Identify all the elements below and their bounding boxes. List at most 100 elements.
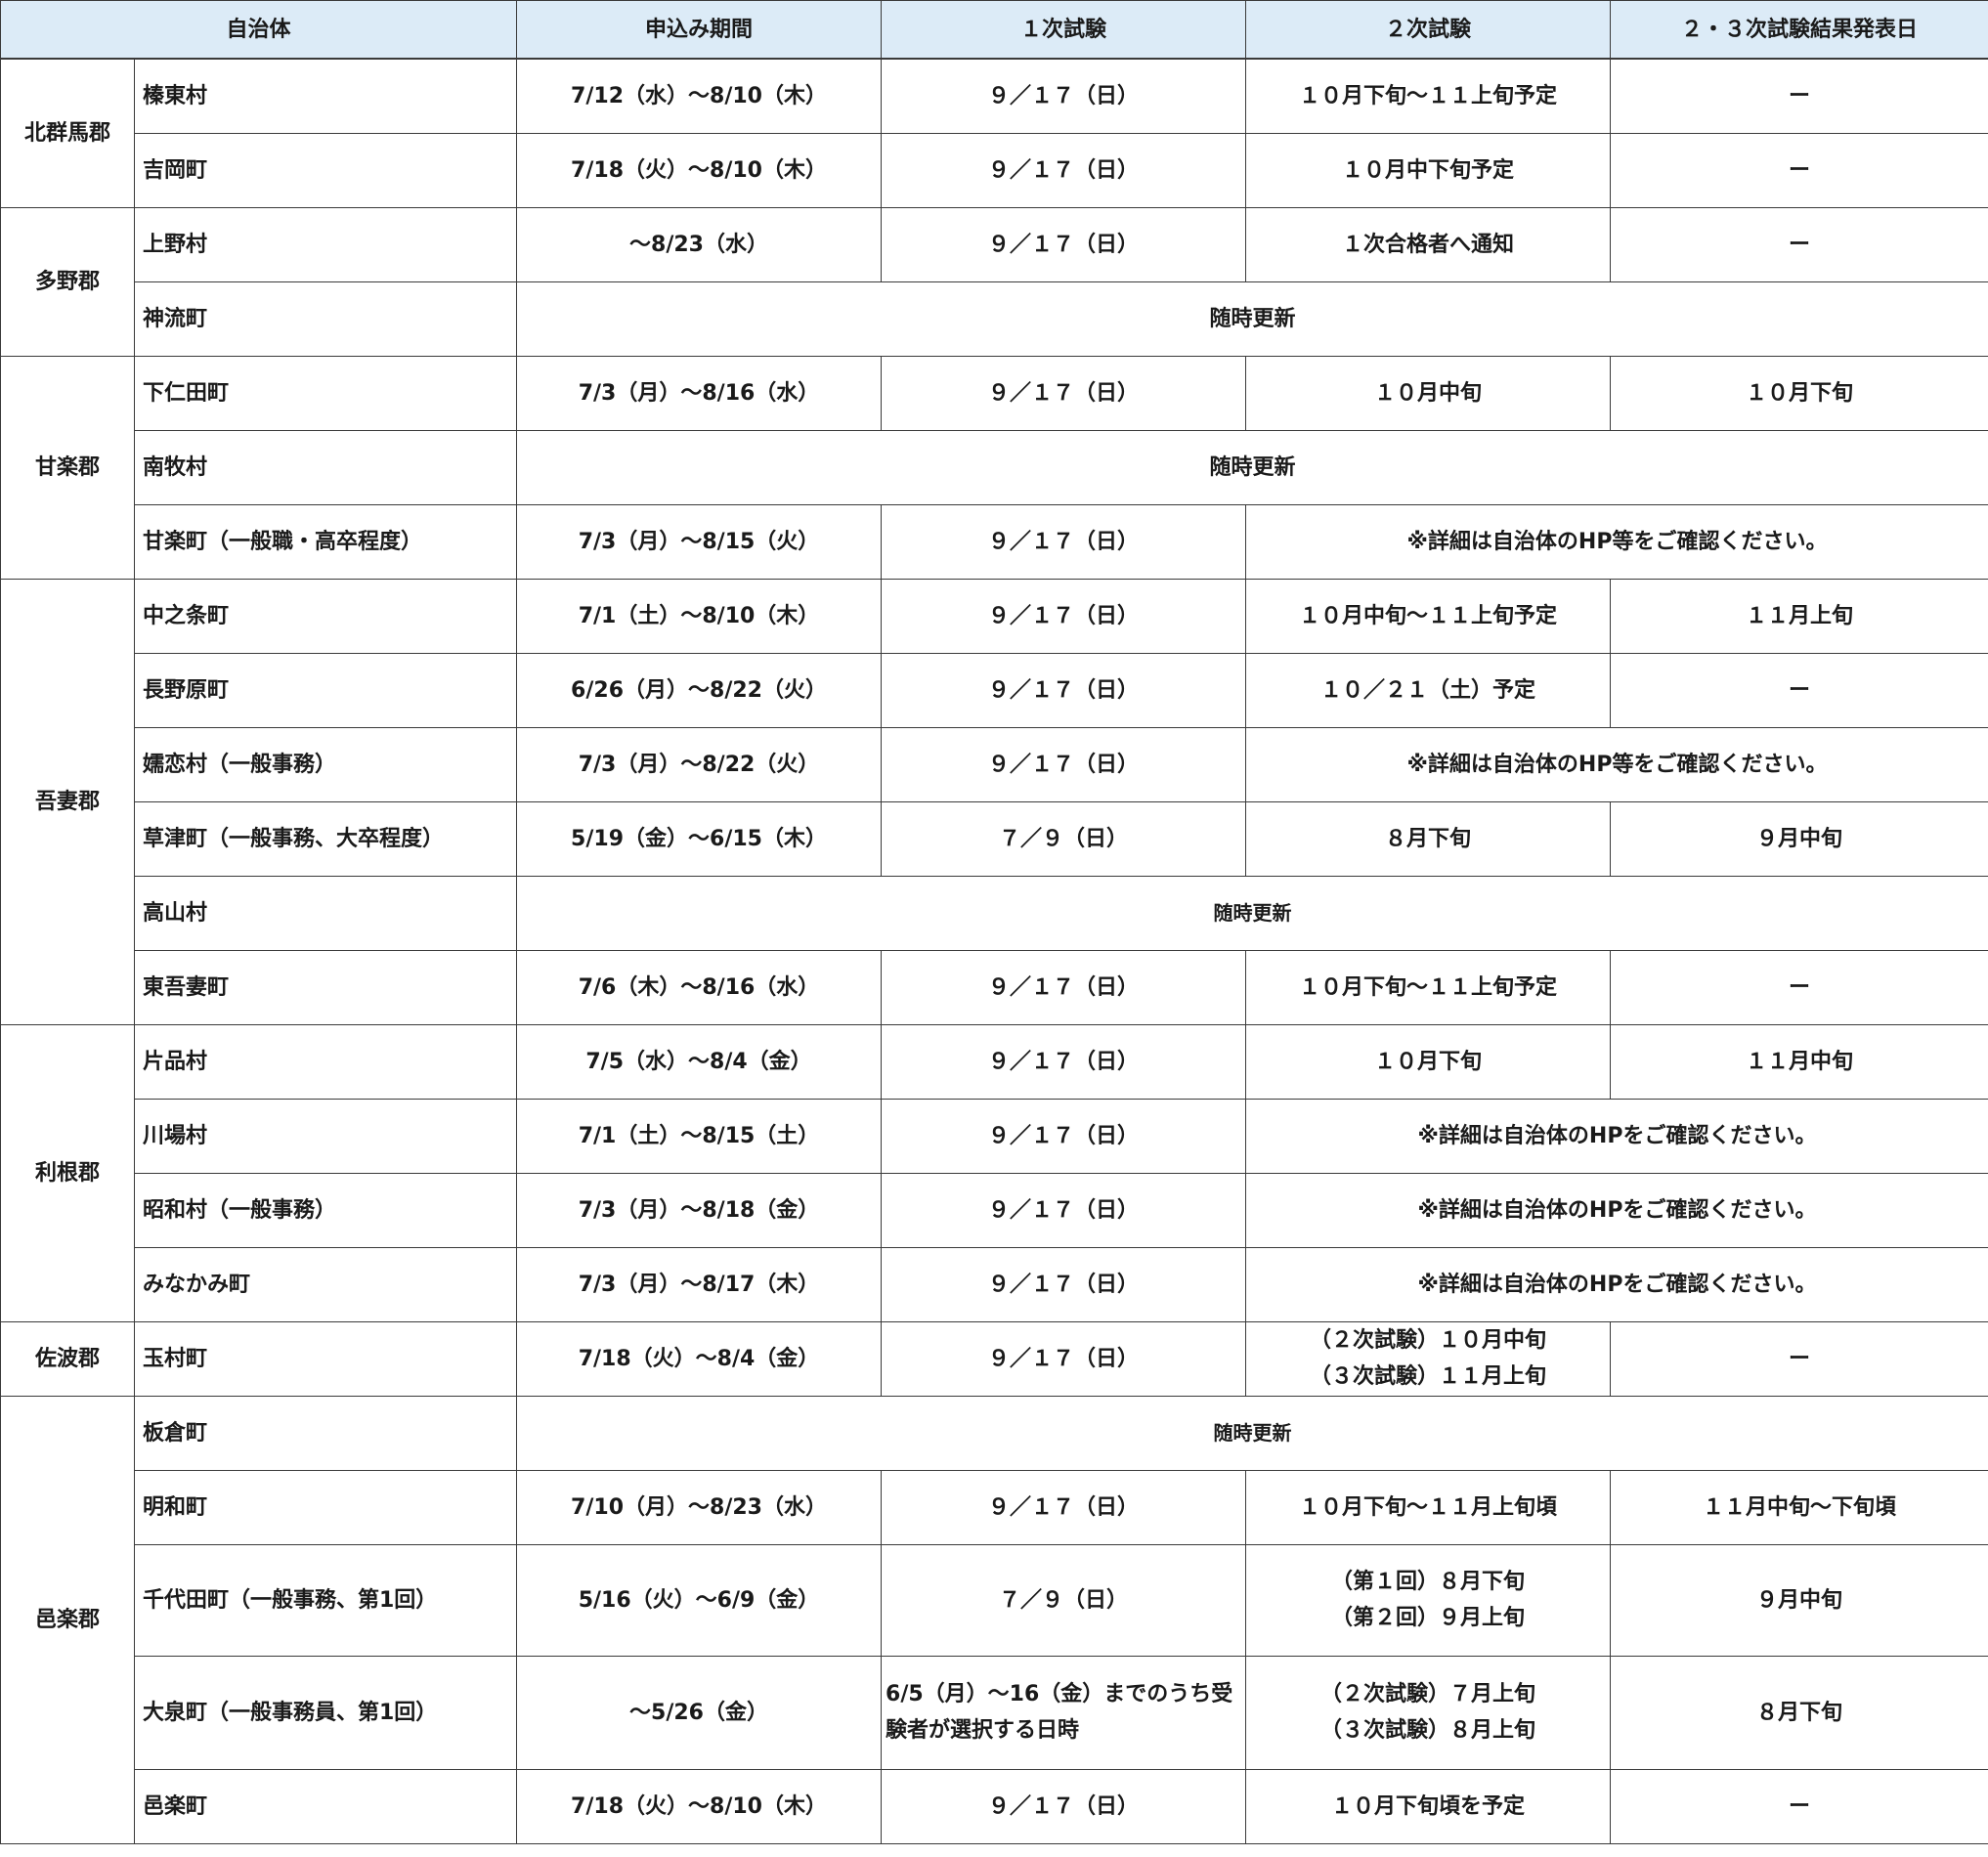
municipality-cell: 榛東村: [133, 58, 518, 134]
details-note-cell: ※詳細は自治体のHPをご確認ください。: [1245, 1098, 1988, 1174]
application-cell: 7/1（土）～8/15（土）: [516, 1098, 883, 1174]
table-row: 邑楽町 7/18（火）～8/10（木） ９／１７（日） １０月下旬頃を予定 ー: [1, 1768, 1988, 1844]
result-cell: ー: [1610, 1768, 1988, 1844]
application-cell: 7/1（土）～8/10（木）: [516, 578, 883, 654]
municipality-cell: 邑楽町: [133, 1768, 518, 1844]
application-cell: 7/10（月）～8/23（水）: [516, 1469, 883, 1545]
application-cell: 7/3（月）～8/15（火）: [516, 503, 883, 580]
municipality-cell: 南牧村: [133, 429, 518, 505]
table-row: 東吾妻町 7/6（木）～8/16（水） ９／１７（日） １０月下旬～１１上旬予定…: [1, 949, 1988, 1025]
result-cell: １１月中旬: [1610, 1023, 1988, 1100]
first-exam-cell: 6/5（月）～16（金）までのうち受験者が選択する日時: [881, 1655, 1247, 1770]
district-cell: 利根郡: [0, 1023, 135, 1322]
second-exam-cell: １０月下旬～１１月上旬頃: [1245, 1469, 1612, 1545]
result-cell: ９月中旬: [1610, 1543, 1988, 1657]
municipality-cell: 下仁田町: [133, 355, 518, 431]
exam2-line: （２次試験）１０月中旬: [1310, 1328, 1547, 1353]
table-row: 吉岡町 7/18（火）～8/10（木） ９／１７（日） １０月中下旬予定 ー: [1, 132, 1988, 208]
header-application-period: 申込み期間: [516, 0, 883, 60]
second-exam-cell: １０月中下旬予定: [1245, 132, 1612, 208]
application-cell: 7/3（月）～8/22（火）: [516, 726, 883, 802]
table-row: 昭和村（一般事務） 7/3（月）～8/18（金） ９／１７（日） ※詳細は自治体…: [1, 1172, 1988, 1248]
municipality-cell: 中之条町: [133, 578, 518, 654]
table-row: 南牧村 随時更新: [1, 429, 1988, 505]
first-exam-cell: ９／１７（日）: [881, 1469, 1247, 1545]
table-row: 邑楽郡 板倉町 随時更新: [0, 1395, 1988, 1844]
municipality-cell: 吉岡町: [133, 132, 518, 208]
header-first-exam: １次試験: [881, 0, 1247, 60]
result-cell: １１月中旬～下旬頃: [1610, 1469, 1988, 1545]
second-exam-cell: １０月下旬～１１上旬予定: [1245, 58, 1612, 134]
second-exam-cell: １０月下旬: [1245, 1023, 1612, 1100]
application-cell: 7/3（月）～8/17（木）: [516, 1246, 883, 1322]
header-municipality: 自治体: [0, 0, 518, 60]
exam2-line: （２次試験）７月上旬: [1320, 1682, 1536, 1706]
table-row: 長野原町 6/26（月）～8/22（火） ９／１７（日） １０／２１（土）予定 …: [1, 652, 1988, 728]
municipality-cell: 甘楽町（一般職・高卒程度）: [133, 503, 518, 580]
municipality-cell: 嬬恋村（一般事務）: [133, 726, 518, 802]
first-exam-cell: ９／１７（日）: [881, 1172, 1247, 1248]
first-exam-cell: ７／９（日）: [881, 1543, 1247, 1657]
municipality-cell: 草津町（一般事務、大卒程度）: [133, 800, 518, 877]
municipality-cell: 板倉町: [133, 1395, 518, 1471]
table-row: 北群馬郡 榛東村 7/12（水）～8/10（木） ９／１７（日） １０月下旬～１…: [0, 58, 1988, 208]
second-exam-cell: （２次試験）７月上旬 （３次試験）８月上旬: [1245, 1655, 1612, 1770]
table-row: 利根郡 片品村 7/5（水）～8/4（金） ９／１７（日） １０月下旬 １１月中…: [0, 1023, 1988, 1322]
second-exam-cell: １次合格者へ通知: [1245, 206, 1612, 282]
update-note-cell: 随時更新: [516, 1395, 1988, 1471]
header-row: 自治体 申込み期間 １次試験 ２次試験 ２・３次試験結果発表日: [0, 0, 1988, 60]
table-row: 吾妻郡 中之条町 7/1（土）～8/10（木） ９／１７（日） １０月中旬～１１…: [0, 578, 1988, 1025]
table-row: 大泉町（一般事務員、第1回） ～5/26（金） 6/5（月）～16（金）までのう…: [1, 1655, 1988, 1770]
result-cell: ー: [1610, 949, 1988, 1025]
table-row: 佐波郡 玉村町 7/18（火）～8/4（金） ９／１７（日） （２次試験）１０月…: [0, 1320, 1988, 1397]
table-row: 甘楽郡 下仁田町 7/3（月）～8/16（水） ９／１７（日） １０月中旬 １０…: [0, 355, 1988, 580]
first-exam-cell: ９／１７（日）: [881, 726, 1247, 802]
second-exam-cell: １０月中旬: [1245, 355, 1612, 431]
application-cell: ～5/26（金）: [516, 1655, 883, 1770]
municipality-cell: 片品村: [133, 1023, 518, 1100]
table-row: 明和町 7/10（月）～8/23（水） ９／１７（日） １０月下旬～１１月上旬頃…: [1, 1469, 1988, 1545]
municipality-cell: 川場村: [133, 1098, 518, 1174]
municipality-cell: 千代田町（一般事務、第1回）: [133, 1543, 518, 1657]
application-cell: 7/3（月）～8/16（水）: [516, 355, 883, 431]
application-cell: ～8/23（水）: [516, 206, 883, 282]
district-cell: 多野郡: [0, 206, 135, 357]
details-note-cell: ※詳細は自治体のHP等をご確認ください。: [1245, 503, 1988, 580]
second-exam-cell: ８月下旬: [1245, 800, 1612, 877]
municipality-cell: 上野村: [133, 206, 518, 282]
exam2-line: （３次試験）１１月上旬: [1310, 1364, 1547, 1389]
update-note-cell: 随時更新: [516, 429, 1988, 505]
result-cell: ９月中旬: [1610, 800, 1988, 877]
municipality-cell: 昭和村（一般事務）: [133, 1172, 518, 1248]
municipality-cell: 東吾妻町: [133, 949, 518, 1025]
application-cell: 7/5（水）～8/4（金）: [516, 1023, 883, 1100]
result-cell: ８月下旬: [1610, 1655, 1988, 1770]
municipality-cell: みなかみ町: [133, 1246, 518, 1322]
second-exam-cell: １０月下旬～１１上旬予定: [1245, 949, 1612, 1025]
application-cell: 7/18（火）～8/10（木）: [516, 132, 883, 208]
application-cell: 7/18（火）～8/10（木）: [516, 1768, 883, 1844]
exam-schedule-table: 自治体 申込み期間 １次試験 ２次試験 ２・３次試験結果発表日 北群馬郡 榛東村…: [0, 0, 1988, 1844]
table-row: 草津町（一般事務、大卒程度） 5/19（金）～6/15（木） ７／９（日） ８月…: [1, 800, 1988, 877]
table-row: みなかみ町 7/3（月）～8/17（木） ９／１７（日） ※詳細は自治体のHPを…: [1, 1246, 1988, 1322]
second-exam-cell: １０／２１（土）予定: [1245, 652, 1612, 728]
first-exam-cell: ９／１７（日）: [881, 578, 1247, 654]
municipality-cell: 神流町: [133, 281, 518, 357]
first-exam-cell: ９／１７（日）: [881, 1768, 1247, 1844]
district-cell: 甘楽郡: [0, 355, 135, 580]
header-result-date: ２・３次試験結果発表日: [1610, 0, 1988, 60]
first-exam-cell: ９／１７（日）: [881, 206, 1247, 282]
first-exam-cell: ９／１７（日）: [881, 355, 1247, 431]
update-note-cell: 随時更新: [516, 281, 1988, 357]
details-note-cell: ※詳細は自治体のHPをご確認ください。: [1245, 1172, 1988, 1248]
table-row: 川場村 7/1（土）～8/15（土） ９／１７（日） ※詳細は自治体のHPをご確…: [1, 1098, 1988, 1174]
exam2-line: （３次試験）８月上旬: [1320, 1718, 1536, 1743]
municipality-cell: 高山村: [133, 875, 518, 951]
district-cell: 吾妻郡: [0, 578, 135, 1025]
result-cell: １０月下旬: [1610, 355, 1988, 431]
exam2-line: （第２回）９月上旬: [1331, 1606, 1526, 1630]
first-exam-cell: ９／１７（日）: [881, 503, 1247, 580]
update-note-cell: 随時更新: [516, 875, 1988, 951]
first-exam-cell: ９／１７（日）: [881, 949, 1247, 1025]
second-exam-cell: １０月中旬～１１上旬予定: [1245, 578, 1612, 654]
